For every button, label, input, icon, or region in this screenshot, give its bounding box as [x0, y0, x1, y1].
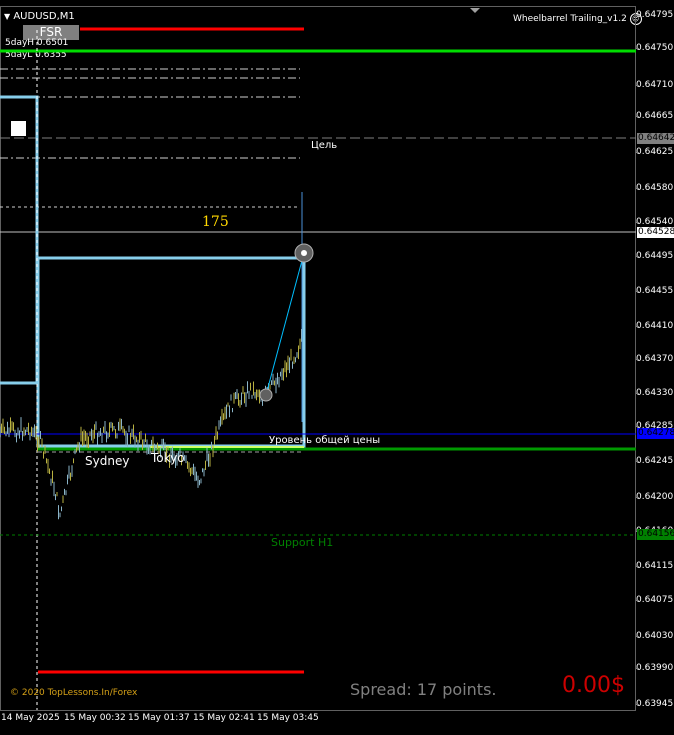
price-axis-label: 0.64795 [636, 10, 674, 20]
price-axis-label: 0.64030 [636, 631, 674, 641]
price-axis-label: 0.64410 [636, 321, 674, 331]
price-tick [636, 393, 639, 394]
price-tick [636, 222, 639, 223]
average-price-box: 0.64278 [637, 428, 674, 439]
price-axis-label: 0.64370 [636, 354, 674, 364]
price-tick [636, 359, 639, 360]
price-tick [636, 48, 639, 49]
price-axis-label: 0.64710 [636, 80, 674, 90]
price-axis-label: 0.63945 [636, 699, 674, 709]
price-axis-label: 0.64330 [636, 388, 674, 398]
price-tick [636, 291, 639, 292]
price-axis-label: 0.64540 [636, 217, 674, 227]
average-price-label: Уровень общей цены [269, 435, 381, 446]
price-tick [636, 704, 639, 705]
price-tick [636, 566, 639, 567]
price-tick [636, 497, 639, 498]
support-price-box: 0.64156 [637, 529, 674, 540]
price-axis-label: 0.64455 [636, 286, 674, 296]
price-axis-label: 0.64580 [636, 183, 674, 193]
price-tick [636, 15, 639, 16]
left-panel-box [0, 95, 39, 385]
price-tick [636, 188, 639, 189]
price-tick [636, 600, 639, 601]
price-tick [636, 256, 639, 257]
price-axis-label: 0.64665 [636, 111, 674, 121]
price-tick [636, 85, 639, 86]
chart-window[interactable]: ▼ AUDUSD,M1 FSR 5dayH 0.6501 5dayL 0.635… [0, 0, 674, 735]
entry-marker-icon[interactable] [259, 388, 273, 402]
price-axis-label: 0.64075 [636, 595, 674, 605]
price-tick [636, 461, 639, 462]
price-axis-label: 0.64625 [636, 147, 674, 157]
session-sydney: Sydney [85, 454, 130, 468]
support-label: Support H1 [271, 536, 334, 549]
price-tick [636, 426, 639, 427]
profit-label: 0.00$ [562, 673, 625, 698]
price-axis-label: 0.64115 [636, 561, 674, 571]
time-axis-label: 14 May 2025 [1, 713, 60, 723]
session-tokyo: Tokyo [151, 451, 185, 465]
time-axis-label: 15 May 02:41 [193, 713, 255, 723]
time-axis-label: 15 May 01:37 [128, 713, 190, 723]
trade-arrow-line [265, 252, 305, 396]
price-tick [636, 326, 639, 327]
price-tick [636, 116, 639, 117]
pips-label: 175 [202, 214, 229, 230]
time-axis-label: 15 May 00:32 [64, 713, 126, 723]
white-square-button[interactable] [11, 121, 26, 136]
current-price-box: 0.64528 [637, 227, 674, 238]
price-tick [636, 636, 639, 637]
spread-label: Spread: 17 points. [350, 680, 497, 699]
target-label: Цель [311, 140, 338, 151]
price-axis-label: 0.64750 [636, 43, 674, 53]
price-axis-label: 0.64245 [636, 456, 674, 466]
target-price-box: 0.64642 [637, 133, 674, 144]
position-box [36, 256, 306, 448]
copyright-label: © 2020 TopLessons.In/Forex [10, 688, 138, 698]
price-tick [636, 668, 639, 669]
time-axis-label: 15 May 03:45 [257, 713, 319, 723]
chart-border [0, 6, 636, 711]
price-axis-label: 0.64495 [636, 251, 674, 261]
price-axis-label: 0.64200 [636, 492, 674, 502]
candle-series [0, 329, 302, 520]
exit-marker-dot [301, 250, 307, 256]
price-axis-label: 0.63990 [636, 663, 674, 673]
price-tick [636, 152, 639, 153]
price-chart[interactable] [0, 0, 674, 735]
